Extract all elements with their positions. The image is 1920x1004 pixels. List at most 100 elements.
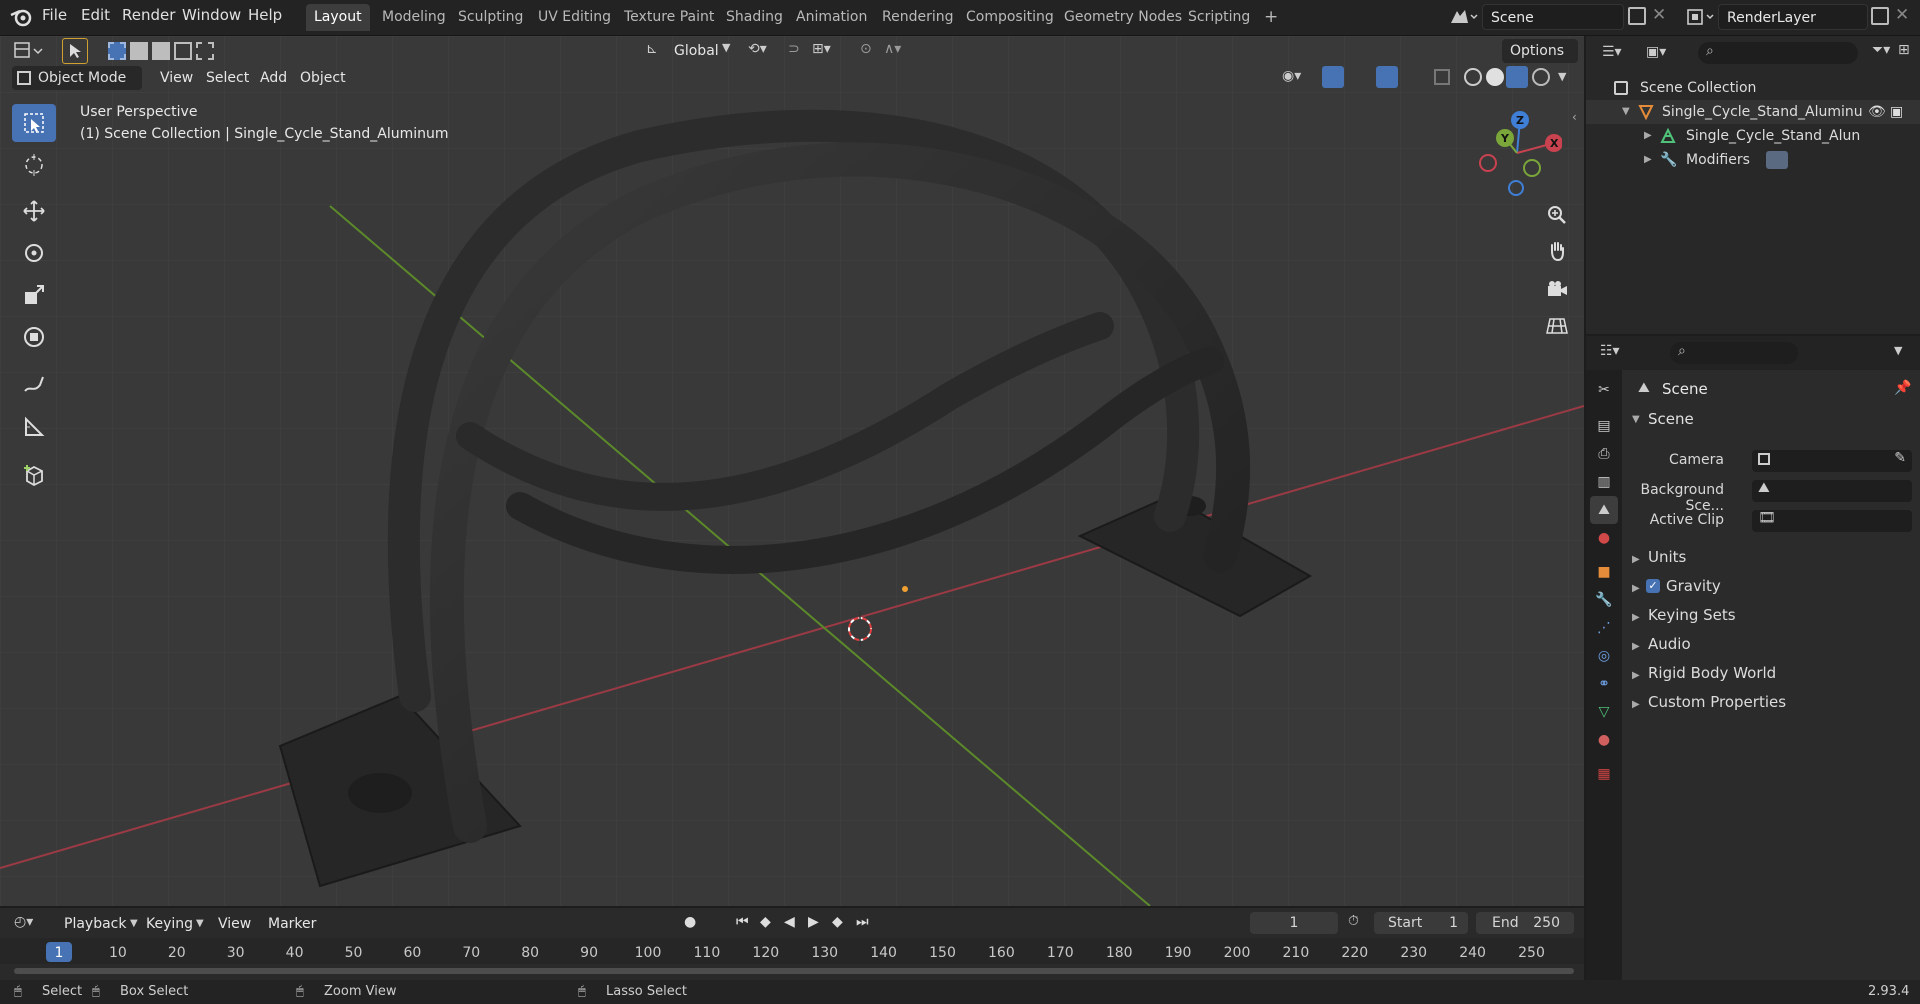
tool-tab-icon[interactable]: ✂ — [1590, 376, 1618, 404]
output-tab-icon[interactable]: ⎙ — [1590, 440, 1618, 468]
material-preview-icon[interactable] — [1506, 66, 1528, 88]
menu-add[interactable]: Add — [254, 66, 293, 90]
expand-down-icon[interactable]: ▼ — [1622, 100, 1630, 124]
3d-viewport[interactable]: ⊾ Global ▼ ⟲▾ ⊃ ⊞▾ ⊙ ∧▾ Options Object M… — [0, 36, 1584, 906]
select-mode-intersect-icon[interactable] — [196, 42, 214, 60]
texture-tab-icon[interactable]: ▦ — [1590, 760, 1618, 788]
cursor-tool[interactable] — [12, 146, 56, 184]
select-mode-subtract-icon[interactable] — [152, 42, 170, 60]
select-mode-new-icon[interactable] — [108, 42, 126, 60]
background-scene-field[interactable]: ⛰ — [1752, 480, 1912, 502]
expand-right-icon[interactable]: ▶ — [1644, 148, 1652, 172]
physics-tab-icon[interactable]: ◎ — [1590, 642, 1618, 670]
solid-shading-icon[interactable] — [1486, 68, 1504, 86]
outliner-row-scene-collection[interactable]: Scene Collection — [1586, 76, 1920, 100]
play-reverse-icon[interactable]: ◀ — [784, 914, 795, 930]
playback-menu[interactable]: Playback — [58, 912, 132, 936]
proportional-falloff-icon[interactable]: ∧▾ — [884, 41, 901, 57]
eye-visibility-icon[interactable]: 👁 — [1868, 100, 1886, 124]
delete-view-layer-icon[interactable]: ✕ — [1895, 5, 1909, 25]
select-mode-extend-icon[interactable] — [130, 42, 148, 60]
tab-shading[interactable]: Shading — [718, 4, 791, 31]
tab-rendering[interactable]: Rendering — [874, 4, 962, 31]
jump-to-end-icon[interactable]: ⏭ — [856, 914, 869, 930]
custom-properties-panel-header[interactable]: Custom Properties — [1648, 693, 1786, 711]
proportional-edit-icon[interactable]: ⊙ — [860, 41, 872, 57]
current-frame-field[interactable]: 1 — [1250, 912, 1338, 934]
auto-keying-icon[interactable]: ● — [684, 914, 696, 930]
sidebar-collapse-chevron-icon[interactable]: ‹ — [1572, 110, 1577, 124]
start-frame-field[interactable]: Start 1 — [1374, 912, 1468, 934]
display-mode-icon[interactable]: ▣▾ — [1646, 44, 1666, 60]
pan-view-hand-icon[interactable] — [1542, 236, 1572, 266]
camera-render-icon[interactable]: ▣ — [1890, 100, 1903, 124]
move-tool[interactable] — [12, 192, 56, 230]
eyedropper-icon[interactable]: ✎ — [1894, 450, 1906, 466]
view-layer-tab-icon[interactable]: ▥ — [1590, 468, 1618, 496]
particles-tab-icon[interactable]: ⋰ — [1590, 614, 1618, 642]
tab-texture-paint[interactable]: Texture Paint — [616, 4, 722, 31]
jump-to-keyframe-forward-icon[interactable]: ◆ — [832, 914, 843, 930]
mode-dropdown[interactable]: Object Mode — [12, 66, 142, 90]
constraints-tab-icon[interactable]: ⚭ — [1590, 670, 1618, 698]
tab-animation[interactable]: Animation — [788, 4, 875, 31]
expand-right-icon[interactable]: ▶ — [1644, 124, 1652, 148]
tab-sculpting[interactable]: Sculpting — [450, 4, 531, 31]
blender-logo-icon[interactable] — [10, 7, 32, 31]
expand-right-icon[interactable]: ▶ — [1632, 699, 1640, 710]
snap-toggle-icon[interactable]: ⊃ — [788, 41, 800, 57]
modifiers-tab-icon[interactable]: 🔧 — [1590, 586, 1618, 614]
expand-right-icon[interactable]: ▶ — [1632, 583, 1640, 594]
navigation-gizmo[interactable]: Z X Y — [1472, 108, 1562, 198]
scene-selector-icon[interactable] — [1448, 7, 1478, 27]
keying-sets-panel-header[interactable]: Keying Sets — [1648, 606, 1736, 624]
wireframe-shading-icon[interactable] — [1464, 68, 1482, 86]
scene-name-field[interactable]: Scene — [1482, 4, 1624, 30]
gizmo-toggle-icon[interactable] — [1322, 66, 1344, 88]
pin-icon[interactable]: 📌 — [1894, 380, 1911, 396]
units-panel-header[interactable]: Units — [1648, 548, 1686, 566]
tab-uv-editing[interactable]: UV Editing — [530, 4, 619, 31]
marker-menu[interactable]: Marker — [262, 912, 322, 936]
add-workspace-button[interactable]: + — [1256, 4, 1286, 31]
timeline-scrollbar[interactable] — [14, 968, 1574, 974]
tab-geometry-nodes[interactable]: Geometry Nodes — [1056, 4, 1190, 31]
properties-search-input[interactable]: ⌕ — [1670, 342, 1798, 364]
audio-panel-header[interactable]: Audio — [1648, 635, 1691, 653]
options-dropdown[interactable]: Options — [1502, 39, 1578, 63]
keying-menu[interactable]: Keying — [140, 912, 199, 936]
add-cube-tool[interactable] — [12, 456, 56, 494]
gravity-panel-header[interactable]: Gravity — [1666, 577, 1721, 595]
new-view-layer-icon[interactable] — [1871, 7, 1889, 25]
perspective-toggle-icon[interactable] — [1542, 310, 1572, 340]
stopwatch-icon[interactable]: ⏱ — [1348, 913, 1359, 929]
overlay-toggle-icon[interactable] — [1376, 66, 1398, 88]
outliner-row-mesh[interactable]: ▶ Single_Cycle_Stand_Alun — [1586, 124, 1920, 148]
jump-to-start-icon[interactable]: ⏮ — [736, 914, 749, 930]
bolt-left[interactable] — [348, 773, 412, 813]
menu-help[interactable]: Help — [248, 6, 282, 24]
rigid-body-world-panel-header[interactable]: Rigid Body World — [1648, 664, 1776, 682]
pivot-point-icon[interactable]: ⟲▾ — [748, 41, 767, 57]
tweak-tool-icon[interactable] — [62, 38, 88, 64]
section-expand-down-icon[interactable]: ▼ — [1632, 414, 1640, 425]
outliner-editor-type-icon[interactable]: ☰▾ — [1602, 44, 1622, 60]
modifier-icon[interactable] — [1766, 151, 1788, 169]
properties-options-chevron-icon[interactable]: ▼ — [1894, 344, 1902, 357]
expand-right-icon[interactable]: ▶ — [1632, 554, 1640, 565]
xray-toggle-icon[interactable] — [1434, 69, 1450, 85]
menu-view[interactable]: View — [154, 66, 199, 90]
end-frame-field[interactable]: End 250 — [1476, 912, 1574, 934]
tab-modeling[interactable]: Modeling — [374, 4, 454, 31]
outliner-search-input[interactable]: ⌕ — [1698, 42, 1858, 64]
timeline-editor-type-icon[interactable]: ◴▾ — [14, 914, 33, 930]
camera-view-icon[interactable] — [1542, 274, 1572, 304]
expand-right-icon[interactable]: ▶ — [1632, 670, 1640, 681]
annotate-tool[interactable] — [12, 366, 56, 404]
snap-target-icon[interactable]: ⊞▾ — [812, 41, 831, 57]
menu-object[interactable]: Object — [294, 66, 352, 90]
view-layer-name-field[interactable]: RenderLayer — [1718, 4, 1868, 30]
tab-layout[interactable]: Layout — [306, 4, 370, 31]
expand-right-icon[interactable]: ▶ — [1632, 641, 1640, 652]
rendered-shading-icon[interactable] — [1532, 68, 1550, 86]
